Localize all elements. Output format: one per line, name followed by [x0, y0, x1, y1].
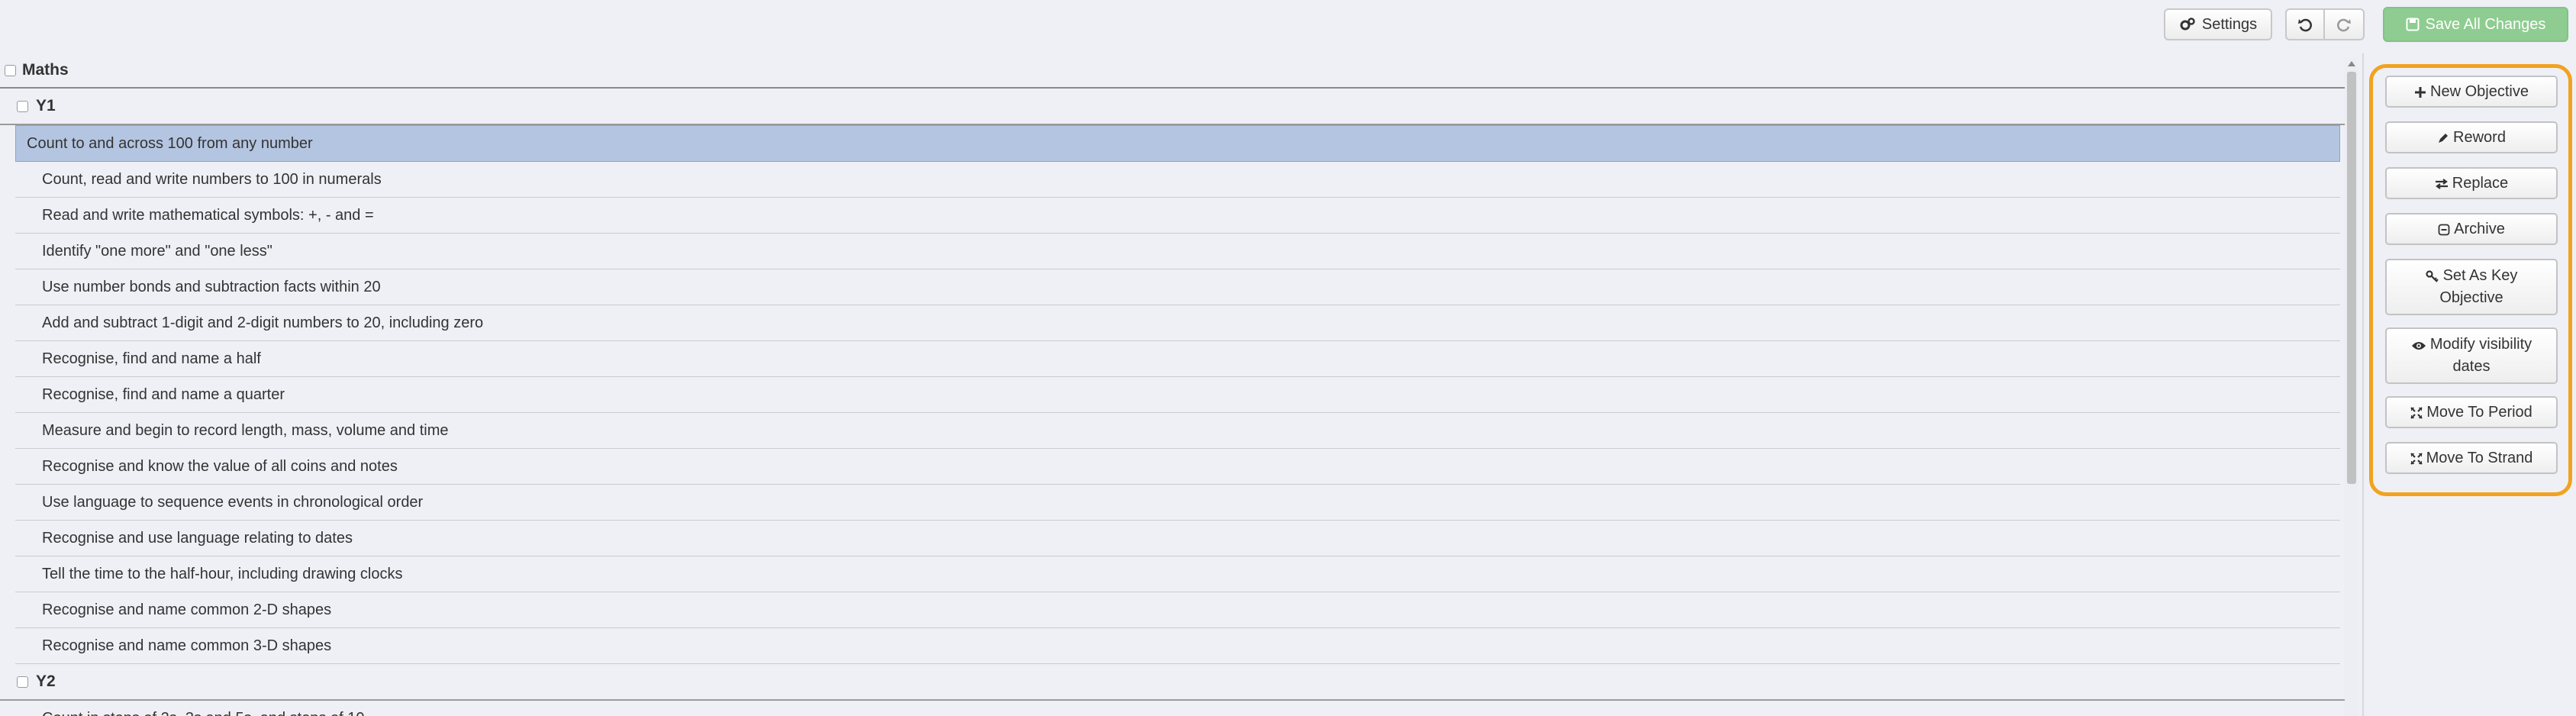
objective-label: Recognise and use language relating to d…	[42, 529, 353, 547]
top-toolbar: Settings Save All Changes	[0, 0, 2576, 52]
settings-button[interactable]: Settings	[2164, 8, 2272, 40]
modify-label-line1: Modify visibility	[2429, 336, 2532, 353]
set-key-label-line2: Objective	[2439, 289, 2503, 306]
objective-label: Count, read and write numbers to 100 in …	[42, 170, 382, 188]
objective-actions-panel: New Objective Reword Replace Archive Set…	[2369, 64, 2572, 496]
archive-button[interactable]: Archive	[2385, 213, 2558, 245]
scroll-up-arrow-icon[interactable]	[2348, 61, 2355, 66]
new-objective-label: New Objective	[2430, 82, 2529, 100]
key-icon	[2425, 270, 2439, 282]
objective-row[interactable]: Recognise and know the value of all coin…	[15, 449, 2340, 485]
plus-icon	[2415, 86, 2426, 98]
group-checkbox-y2[interactable]	[17, 676, 28, 688]
eye-icon	[2411, 342, 2426, 350]
scrollbar-thumb[interactable]	[2347, 72, 2356, 484]
objective-row[interactable]: Read and write mathematical symbols: +, …	[15, 198, 2340, 234]
objective-row[interactable]: Count in steps of 2s, 3s and 5s, and ste…	[15, 701, 2340, 716]
save-label: Save All Changes	[2425, 15, 2546, 33]
objective-row[interactable]: Count to and across 100 from any number	[15, 125, 2340, 162]
objective-label: Recognise and name common 3-D shapes	[42, 637, 332, 654]
group-checkbox-y1[interactable]	[17, 100, 28, 112]
exchange-icon	[2435, 178, 2448, 189]
panel-divider	[2362, 53, 2364, 716]
save-icon	[2406, 18, 2420, 31]
reword-button[interactable]: Reword	[2385, 121, 2558, 153]
objective-label: Count in steps of 2s, 3s and 5s, and ste…	[42, 710, 365, 716]
subject-header: Maths	[0, 53, 2358, 89]
objective-label: Recognise, find and name a quarter	[42, 385, 285, 403]
objective-row[interactable]: Recognise and name common 2-D shapes	[15, 592, 2340, 628]
subject-checkbox[interactable]	[5, 64, 16, 76]
objective-row[interactable]: Recognise, find and name a quarter	[15, 377, 2340, 413]
objective-label: Recognise and name common 2-D shapes	[42, 601, 332, 618]
objective-label: Use language to sequence events in chron…	[42, 493, 424, 511]
objective-row[interactable]: Recognise and name common 3-D shapes	[15, 628, 2340, 664]
arrows-move-icon	[2410, 452, 2423, 465]
archive-label: Archive	[2454, 220, 2505, 237]
reword-label: Reword	[2453, 128, 2506, 146]
pencil-icon	[2439, 133, 2449, 143]
move-to-period-label: Move To Period	[2426, 403, 2532, 421]
undo-button[interactable]	[2285, 8, 2325, 40]
objective-label: Count to and across 100 from any number	[27, 134, 313, 152]
minus-square-icon	[2438, 224, 2450, 235]
objective-label: Recognise, find and name a half	[42, 350, 261, 367]
objective-label: Tell the time to the half-hour, includin…	[42, 565, 403, 582]
objective-row[interactable]: Add and subtract 1-digit and 2-digit num…	[15, 305, 2340, 341]
group-label-y1: Y1	[36, 97, 56, 114]
objective-label: Recognise and know the value of all coin…	[42, 457, 398, 475]
redo-button[interactable]	[2325, 8, 2365, 40]
undo-icon	[2298, 18, 2312, 32]
objectives-tree: Maths Y1 Count to and across 100 from an…	[0, 53, 2358, 716]
subject-title: Maths	[22, 61, 69, 79]
objective-row[interactable]: Identify "one more" and "one less"	[15, 234, 2340, 269]
set-as-key-objective-button[interactable]: Set As Key Objective	[2385, 259, 2558, 315]
objective-row[interactable]: Recognise and use language relating to d…	[15, 521, 2340, 556]
modify-visibility-dates-button[interactable]: Modify visibility dates	[2385, 327, 2558, 384]
objective-row[interactable]: Count, read and write numbers to 100 in …	[15, 162, 2340, 198]
replace-label: Replace	[2452, 174, 2509, 192]
move-to-strand-label: Move To Strand	[2426, 449, 2533, 466]
objective-label: Measure and begin to record length, mass…	[42, 421, 449, 439]
group-row-y2[interactable]: Y2	[0, 664, 2358, 701]
objective-label: Add and subtract 1-digit and 2-digit num…	[42, 314, 484, 331]
objective-row[interactable]: Tell the time to the half-hour, includin…	[15, 556, 2340, 592]
modify-label-line2: dates	[2452, 358, 2491, 375]
group-label-y2: Y2	[36, 672, 56, 690]
move-to-strand-button[interactable]: Move To Strand	[2385, 442, 2558, 474]
set-key-label-line1: Set As Key	[2442, 267, 2518, 284]
cogs-icon	[2180, 18, 2195, 31]
group-row-y1[interactable]: Y1	[0, 89, 2358, 125]
tree-scrollbar[interactable]	[2345, 58, 2358, 716]
objective-row[interactable]: Use number bonds and subtraction facts w…	[15, 269, 2340, 305]
redo-icon	[2337, 18, 2351, 32]
objective-row[interactable]: Recognise, find and name a half	[15, 341, 2340, 377]
settings-label: Settings	[2201, 15, 2258, 33]
arrows-move-icon	[2410, 406, 2423, 419]
objective-label: Identify "one more" and "one less"	[42, 242, 272, 260]
replace-button[interactable]: Replace	[2385, 167, 2558, 199]
objective-row[interactable]: Measure and begin to record length, mass…	[15, 413, 2340, 449]
new-objective-button[interactable]: New Objective	[2385, 76, 2558, 108]
objective-row[interactable]: Use language to sequence events in chron…	[15, 485, 2340, 521]
save-all-changes-button[interactable]: Save All Changes	[2383, 7, 2568, 42]
objective-label: Read and write mathematical symbols: +, …	[42, 206, 374, 224]
move-to-period-button[interactable]: Move To Period	[2385, 396, 2558, 428]
objective-label: Use number bonds and subtraction facts w…	[42, 278, 381, 295]
